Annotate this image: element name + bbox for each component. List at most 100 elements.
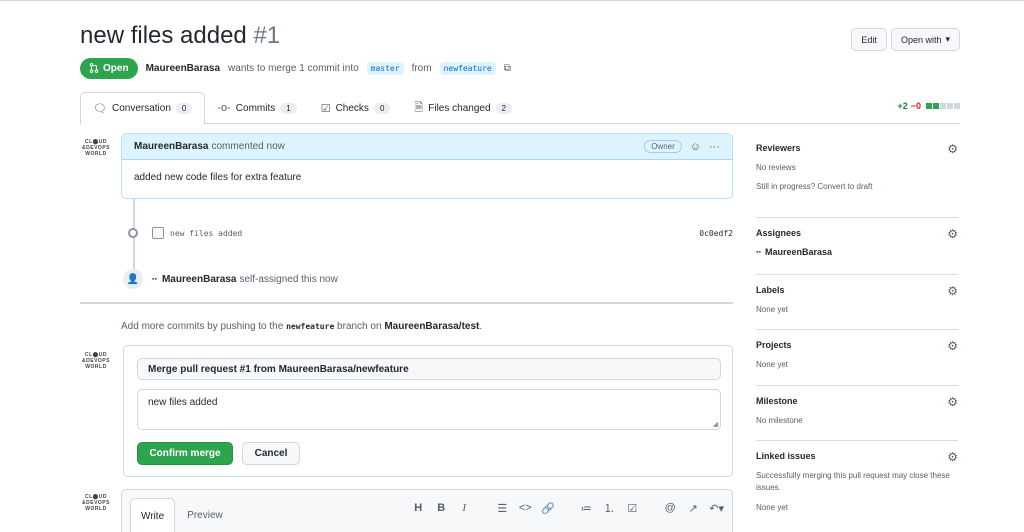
- resize-handle-icon[interactable]: ◢: [713, 420, 718, 428]
- kebab-horizontal-icon[interactable]: ···: [709, 141, 720, 153]
- merge-form: Merge pull request #1 from MaureenBarasa…: [123, 345, 733, 477]
- diff-block: [954, 103, 960, 109]
- confirm-merge-button[interactable]: Confirm merge: [137, 442, 233, 465]
- avatar[interactable]: [152, 227, 164, 239]
- open-with-label: Open with: [900, 34, 942, 45]
- avatar[interactable]: CL⬤UD &DEVOPS WORLD: [81, 352, 111, 378]
- gear-icon[interactable]: ⚙: [947, 227, 958, 241]
- sidebar-heading[interactable]: Reviewers: [756, 143, 958, 153]
- reply-icon[interactable]: ↶▾: [709, 502, 724, 515]
- tab-label: Checks: [335, 102, 369, 114]
- link-icon[interactable]: 🔗: [541, 502, 555, 515]
- gear-icon[interactable]: ⚙: [947, 339, 958, 353]
- hint-repo[interactable]: MaureenBarasa/test: [384, 321, 479, 332]
- cross-reference-icon[interactable]: ↗: [686, 502, 700, 515]
- diff-block: [940, 103, 946, 109]
- heading-icon[interactable]: H: [411, 502, 425, 514]
- tab-commits[interactable]: -o- Commits 1: [205, 92, 308, 124]
- from-text: from: [411, 62, 432, 74]
- merge-message-textarea[interactable]: new files added ◢: [137, 389, 721, 430]
- avatar: ▪▪: [152, 275, 157, 283]
- cancel-button[interactable]: Cancel: [242, 442, 300, 465]
- open-with-button[interactable]: Open with ▾: [890, 28, 960, 51]
- event-text: self-assigned this now: [239, 273, 338, 285]
- avatar: ▪▪: [756, 248, 761, 256]
- event-actor[interactable]: MaureenBarasa: [162, 274, 236, 285]
- diff-block: [947, 103, 953, 109]
- sidebar-heading[interactable]: Labels: [756, 285, 958, 295]
- comment-card: MaureenBarasa commented now Owner ☺ ··· …: [121, 133, 733, 199]
- sidebar-reviewers: Reviewers ⚙ No reviews Still in progress…: [756, 133, 958, 218]
- timeline-divider: [80, 302, 733, 304]
- sidebar-heading[interactable]: Assignees: [756, 228, 958, 238]
- push-hint: Add more commits by pushing to the newfe…: [121, 321, 482, 332]
- sidebar: Reviewers ⚙ No reviews Still in progress…: [756, 133, 958, 524]
- editor-tabs: Write Preview: [130, 498, 233, 532]
- hint-branch: newfeature: [286, 322, 335, 331]
- convert-to-draft-link[interactable]: Still in progress? Convert to draft: [756, 181, 958, 193]
- sidebar-heading[interactable]: Linked issues: [756, 451, 958, 461]
- tasklist-icon[interactable]: ☑: [625, 502, 639, 515]
- tab-files-changed[interactable]: 🗎 Files changed 2: [402, 92, 524, 124]
- tab-counter: 2: [495, 102, 512, 114]
- additions-count: +2: [897, 101, 908, 111]
- gear-icon[interactable]: ⚙: [947, 450, 958, 464]
- tab-counter: 0: [373, 102, 391, 114]
- editor-toolbar: H B I ☰ <> 🔗 ≔ ⒈ ☑ @ ↗ ↶▾: [411, 500, 724, 516]
- gear-icon[interactable]: ⚙: [947, 395, 958, 409]
- sidebar-heading[interactable]: Projects: [756, 340, 958, 350]
- commit-sha[interactable]: 0c0edf2: [699, 229, 733, 238]
- sidebar-value: None yet: [756, 360, 789, 369]
- sidebar-value: Successfully merging this pull request m…: [756, 471, 950, 492]
- copy-icon[interactable]: ⧉: [504, 63, 511, 74]
- sidebar-value: None yet: [756, 305, 789, 314]
- edit-button[interactable]: Edit: [851, 28, 887, 51]
- sidebar-value: None yet: [756, 503, 789, 512]
- merge-title-input[interactable]: Merge pull request #1 from MaureenBarasa…: [137, 358, 721, 380]
- sidebar-labels: Labels ⚙ None yet: [756, 275, 958, 330]
- comment-header: MaureenBarasa commented now Owner ☺ ···: [122, 134, 732, 160]
- sidebar-heading[interactable]: Milestone: [756, 396, 958, 406]
- tab-checks[interactable]: ☑ Checks 0: [309, 92, 403, 124]
- sidebar-milestone: Milestone ⚙ No milestone: [756, 386, 958, 441]
- sidebar-assignees: Assignees ⚙ ▪▪ MaureenBarasa: [756, 218, 958, 275]
- avatar[interactable]: CL⬤UD &DEVOPS WORLD: [81, 494, 111, 520]
- quote-icon[interactable]: ☰: [495, 502, 509, 515]
- hint-middle: branch on: [337, 321, 382, 332]
- checklist-icon: ☑: [320, 102, 331, 115]
- unordered-list-icon[interactable]: ≔: [579, 502, 593, 515]
- smiley-icon[interactable]: ☺: [690, 141, 701, 153]
- comment-author[interactable]: MaureenBarasa: [134, 141, 208, 152]
- pr-tabs: 🗨 Conversation 0 -o- Commits 1 ☑ Checks …: [80, 92, 960, 125]
- tab-preview[interactable]: Preview: [177, 498, 233, 532]
- author-link[interactable]: MaureenBarasa: [146, 63, 220, 74]
- ordered-list-icon[interactable]: ⒈: [602, 500, 616, 516]
- gear-icon[interactable]: ⚙: [947, 142, 958, 156]
- italic-icon[interactable]: I: [457, 502, 471, 514]
- pr-title: new files added: [80, 22, 247, 49]
- comment-action: commented now: [211, 141, 285, 152]
- tab-label: Commits: [235, 102, 276, 114]
- tab-conversation[interactable]: 🗨 Conversation 0: [80, 92, 206, 125]
- merge-message-text: new files added: [148, 397, 218, 408]
- commit-message[interactable]: new files added: [170, 229, 242, 238]
- gear-icon[interactable]: ⚙: [947, 284, 958, 298]
- assignee-item[interactable]: ▪▪ MaureenBarasa: [756, 247, 958, 257]
- tab-label: Conversation: [111, 103, 171, 114]
- diffstat-blocks: [926, 103, 960, 109]
- head-branch[interactable]: newfeature: [439, 61, 496, 75]
- base-branch[interactable]: master: [366, 61, 404, 75]
- file-diff-icon: 🗎: [414, 101, 424, 114]
- timeline-event: 👤 ▪▪ MaureenBarasa self-assigned this no…: [123, 269, 733, 289]
- avatar[interactable]: CL⬤UD &DEVOPS WORLD: [81, 139, 111, 165]
- bold-icon[interactable]: B: [434, 502, 448, 514]
- tab-label: Files changed: [428, 102, 491, 114]
- code-icon[interactable]: <>: [518, 502, 532, 514]
- comment-editor: Write Preview H B I ☰ <> 🔗 ≔ ⒈ ☑ @ ↗ ↶▾: [121, 489, 733, 532]
- sidebar-value: No milestone: [756, 416, 803, 425]
- mention-icon[interactable]: @: [663, 502, 677, 514]
- assignee-name: MaureenBarasa: [764, 247, 833, 257]
- tab-counter: 1: [280, 102, 297, 114]
- deletions-count: −0: [910, 101, 921, 111]
- tab-write[interactable]: Write: [130, 498, 176, 532]
